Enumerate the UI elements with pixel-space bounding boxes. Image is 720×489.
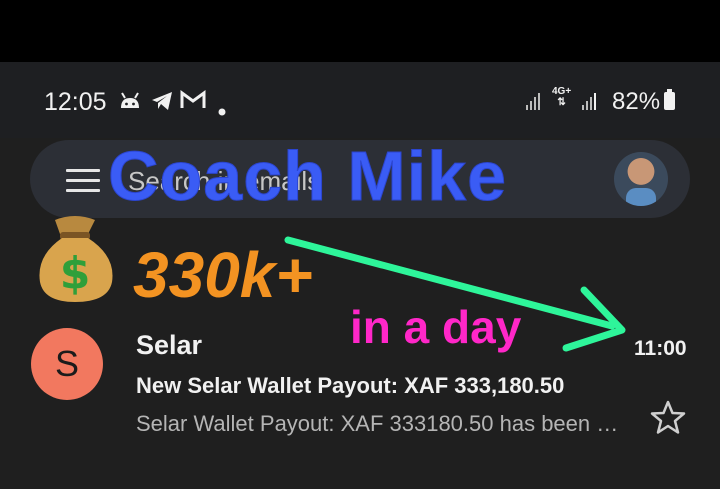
telegram-icon — [150, 90, 174, 118]
battery-percent: 82% — [612, 88, 661, 115]
email-time: 11:00 — [634, 337, 687, 360]
overlay-title: Coach Mike — [108, 137, 507, 216]
android-head-icon — [118, 90, 142, 118]
gmail-icon — [180, 90, 206, 116]
top-black-band — [0, 0, 720, 62]
menu-icon[interactable] — [66, 169, 100, 192]
status-time: 12:05 — [44, 88, 107, 116]
email-snippet: Selar Wallet Payout: XAF 333180.50 has b… — [136, 411, 626, 436]
account-avatar[interactable] — [614, 152, 668, 206]
battery-icon — [664, 89, 675, 110]
star-icon[interactable] — [648, 398, 688, 438]
money-bag-icon: $ — [39, 216, 113, 302]
email-subject: New Selar Wallet Payout: XAF 333,180.50 — [136, 373, 565, 398]
network-icon: 4G+ ⇅ — [552, 86, 572, 108]
email-sender: Selar — [136, 330, 203, 360]
signal-icon-2 — [582, 92, 596, 110]
dot-icon — [218, 98, 226, 122]
sender-avatar[interactable]: S — [31, 328, 103, 400]
overlay-amount: 330k+ — [133, 239, 313, 311]
svg-text:$: $ — [60, 248, 91, 299]
signal-icon — [526, 92, 540, 110]
